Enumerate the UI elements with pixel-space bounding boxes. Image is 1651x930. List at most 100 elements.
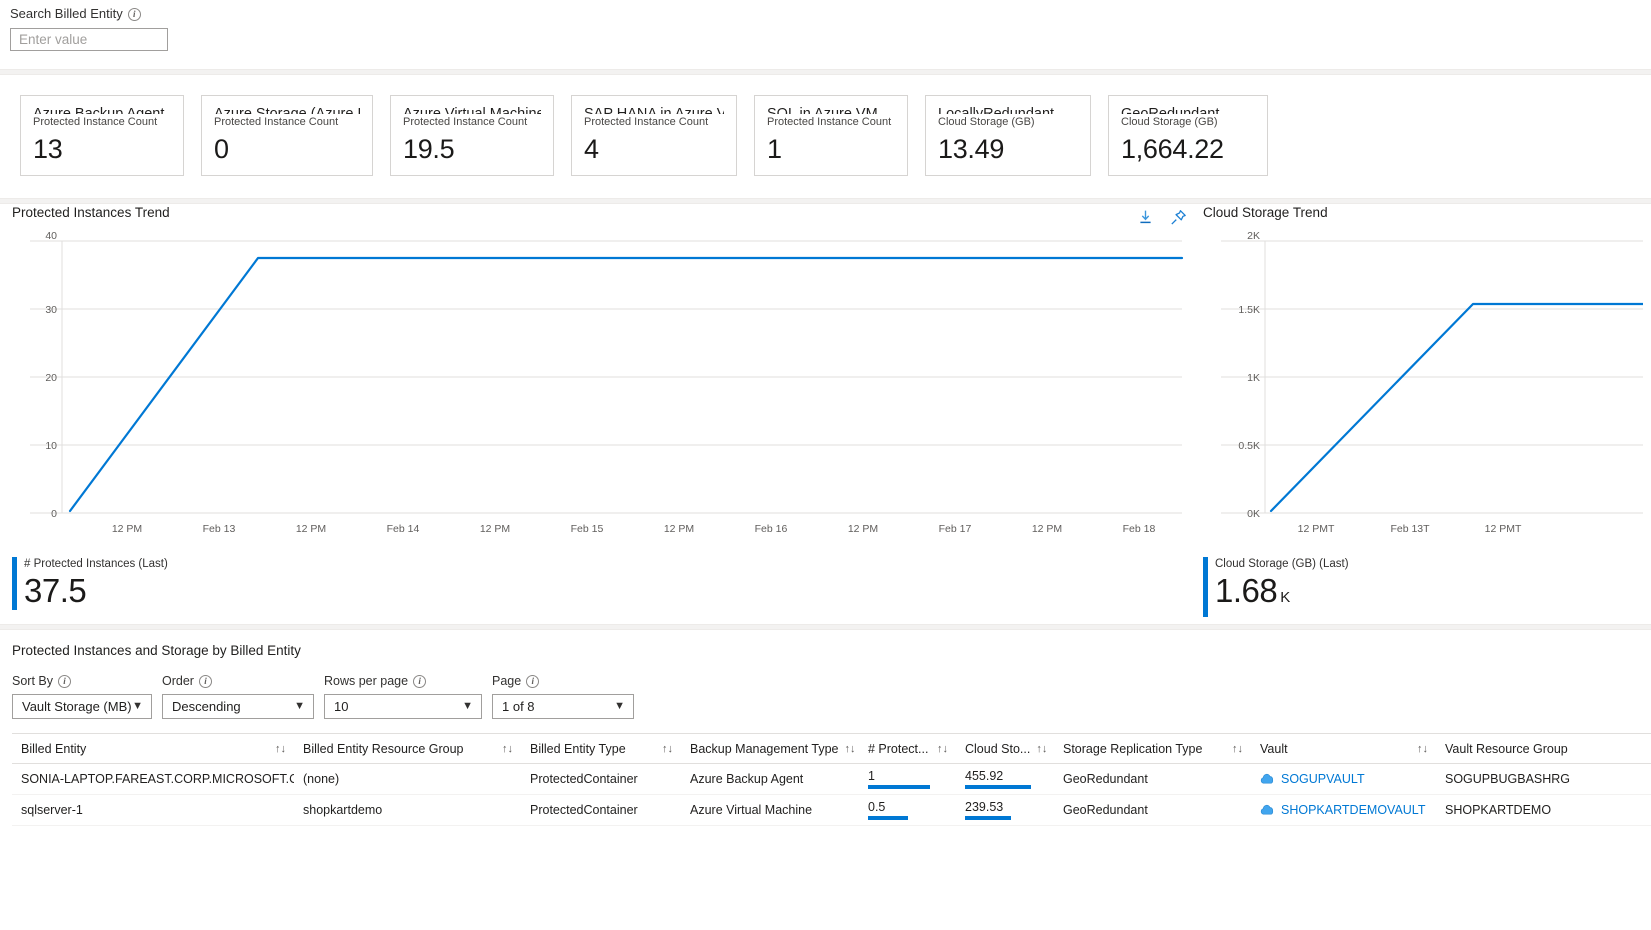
cell-backup-management-type: Azure Virtual Machine — [690, 803, 813, 817]
pin-icon[interactable] — [1170, 209, 1187, 226]
kpi-subtitle: Cloud Storage (GB) — [938, 116, 1035, 128]
info-icon[interactable]: i — [58, 674, 71, 688]
vault-link[interactable]: SHOPKARTDEMOVAULT — [1260, 803, 1425, 817]
page-dropdown[interactable]: 1 of 8 ▼ — [492, 694, 634, 719]
cloud-storage-legend: Cloud Storage (GB) (Last) 1.68 K — [1203, 557, 1643, 617]
kpi-subtitle: Protected Instance Count — [403, 116, 528, 128]
x-tick: 12 PMT — [1484, 523, 1522, 535]
cell-entity-type: ProtectedContainer — [530, 772, 638, 786]
cell-vault[interactable]: SHOPKARTDEMOVAULT — [1251, 795, 1436, 825]
x-tick: 12 PM — [1031, 523, 1063, 535]
x-tick: 12 PMT — [1297, 523, 1335, 535]
vault-name: SHOPKARTDEMOVAULT — [1281, 803, 1426, 817]
x-tick: 12 PM — [295, 523, 327, 535]
kpi-value: 1 — [767, 134, 782, 164]
x-tick: Feb 13 — [202, 523, 236, 535]
kpi-value: 19.5 — [403, 134, 455, 164]
download-icon[interactable] — [1137, 209, 1154, 226]
kpi-value: 13 — [33, 134, 63, 164]
table-row[interactable]: SONIA-LAPTOP.FAREAST.CORP.MICROSOFT.COM … — [12, 764, 1651, 795]
cloud-storage-trend-panel: Cloud Storage Trend 2K 1.5K 1K 0.5K 0K 1… — [1203, 204, 1643, 617]
vault-name: SOGUPVAULT — [1281, 772, 1365, 786]
x-tick: Feb 16 — [754, 523, 788, 535]
kpi-title: Azure Virtual Machine — [403, 106, 541, 114]
kpi-card-locally-redundant[interactable]: LocallyRedundant Cloud Storage (GB) 13.4… — [925, 95, 1091, 176]
kpi-card-azure-virtual-machine[interactable]: Azure Virtual Machine Protected Instance… — [390, 95, 554, 176]
chart-title-protected-instances: Protected Instances Trend — [12, 205, 170, 220]
kpi-card-sql-in-azure-vm[interactable]: SQL in Azure VM Protected Instance Count… — [754, 95, 908, 176]
svg-text:0.5K: 0.5K — [1238, 440, 1260, 452]
sort-icon: ↑↓ — [844, 742, 856, 755]
table-section-title: Protected Instances and Storage by Bille… — [12, 643, 301, 658]
cell-cloud-storage: 239.53 — [956, 795, 1054, 825]
column-header-billed-entity[interactable]: Billed Entity ↑↓ — [12, 734, 294, 763]
kpi-card-azure-storage[interactable]: Azure Storage (Azure Fil... Protected In… — [201, 95, 373, 176]
column-header-storage-replication-type[interactable]: Storage Replication Type ↑↓ — [1054, 734, 1251, 763]
legend-color-bar — [1203, 557, 1208, 617]
column-header-billed-entity-resource-group[interactable]: Billed Entity Resource Group ↑↓ — [294, 734, 521, 763]
rows-per-page-dropdown[interactable]: 10 ▼ — [324, 694, 482, 719]
cell-cloud-storage: 455.92 — [956, 764, 1054, 794]
kpi-card-sap-hana[interactable]: SAP HANA in Azure VM Protected Instance … — [571, 95, 737, 176]
column-header-cloud-storage[interactable]: Cloud Sto... ↑↓ — [956, 734, 1054, 763]
column-header-vault-resource-group[interactable]: Vault Resource Group — [1436, 734, 1651, 763]
protected-instances-table-section: Protected Instances and Storage by Bille… — [0, 630, 1651, 826]
cell-protected-instances: 1 — [859, 764, 956, 794]
x-tick: 12 PM — [663, 523, 695, 535]
x-tick: 12 PM — [847, 523, 879, 535]
control-sort-by: Sort By i Vault Storage (MB) ▼ — [12, 673, 152, 719]
kpi-card-geo-redundant[interactable]: GeoRedundant Cloud Storage (GB) 1,664.22 — [1108, 95, 1268, 176]
column-label: Billed Entity Type — [530, 741, 626, 756]
kpi-title: LocallyRedundant — [938, 106, 1055, 114]
control-rows-per-page: Rows per page i 10 ▼ — [324, 673, 482, 719]
control-page: Page i 1 of 8 ▼ — [492, 673, 634, 719]
column-label: Vault Resource Group — [1445, 741, 1568, 756]
value-bar — [868, 816, 908, 820]
info-icon[interactable]: i — [127, 7, 141, 21]
kpi-value: 0 — [214, 134, 229, 164]
chevron-down-icon: ▼ — [294, 700, 305, 712]
column-header-backup-management-type[interactable]: Backup Management Type ↑↓ — [681, 734, 859, 763]
info-icon[interactable]: i — [413, 674, 427, 688]
table-row[interactable]: sqlserver-1 shopkartdemo ProtectedContai… — [12, 795, 1651, 826]
svg-text:1.5K: 1.5K — [1238, 304, 1260, 316]
column-label: Cloud Sto... — [965, 741, 1031, 756]
cell-protected-instances: 0.5 — [859, 795, 956, 825]
kpi-subtitle: Protected Instance Count — [33, 116, 158, 128]
cell-vault-resource-group: SOGUPBUGBASHRG — [1445, 772, 1571, 786]
vault-link[interactable]: SOGUPVAULT — [1260, 772, 1365, 786]
control-order: Order i Descending ▼ — [162, 673, 314, 719]
search-billed-entity-label: Search Billed Entity i — [10, 6, 1651, 22]
kpi-card-azure-backup-agent[interactable]: Azure Backup Agent Protected Instance Co… — [20, 95, 184, 176]
x-tick: Feb 18 — [1122, 523, 1156, 535]
info-icon[interactable]: i — [526, 674, 540, 688]
column-label: Billed Entity Resource Group — [303, 741, 464, 756]
order-dropdown[interactable]: Descending ▼ — [162, 694, 314, 719]
cell-resource-group: (none) — [303, 772, 340, 786]
protected-instances-legend: # Protected Instances (Last) 37.5 — [12, 557, 1187, 610]
x-tick: Feb 15 — [570, 523, 604, 535]
kpi-card-row: Azure Backup Agent Protected Instance Co… — [0, 75, 1651, 198]
column-header-billed-entity-type[interactable]: Billed Entity Type ↑↓ — [521, 734, 681, 763]
chevron-down-icon: ▼ — [132, 700, 143, 712]
svg-text:30: 30 — [45, 304, 57, 316]
sort-by-dropdown[interactable]: Vault Storage (MB) ▼ — [12, 694, 152, 719]
x-tick: 12 PM — [111, 523, 143, 535]
column-header-vault[interactable]: Vault ↑↓ — [1251, 734, 1436, 763]
info-icon[interactable]: i — [198, 674, 212, 688]
control-label-text: Order — [162, 674, 194, 688]
kpi-title: SQL in Azure VM — [767, 106, 878, 114]
vault-icon — [1260, 773, 1274, 783]
cell-backup-management-type: Azure Backup Agent — [690, 772, 804, 786]
search-input[interactable] — [10, 28, 168, 51]
kpi-title: Azure Storage (Azure Fil... — [214, 106, 360, 114]
chevron-down-icon: ▼ — [462, 700, 473, 712]
cell-billed-entity: sqlserver-1 — [21, 803, 83, 817]
column-header-protected-instances[interactable]: # Protect... ↑↓ — [859, 734, 956, 763]
svg-text:20: 20 — [45, 372, 57, 384]
cell-vault[interactable]: SOGUPVAULT — [1251, 764, 1436, 794]
cell-billed-entity: SONIA-LAPTOP.FAREAST.CORP.MICROSOFT.COM — [21, 772, 294, 786]
protected-instances-svg: 40 30 20 10 0 — [30, 231, 1184, 520]
x-tick: Feb 17 — [938, 523, 972, 535]
sort-icon: ↑↓ — [1232, 742, 1243, 755]
